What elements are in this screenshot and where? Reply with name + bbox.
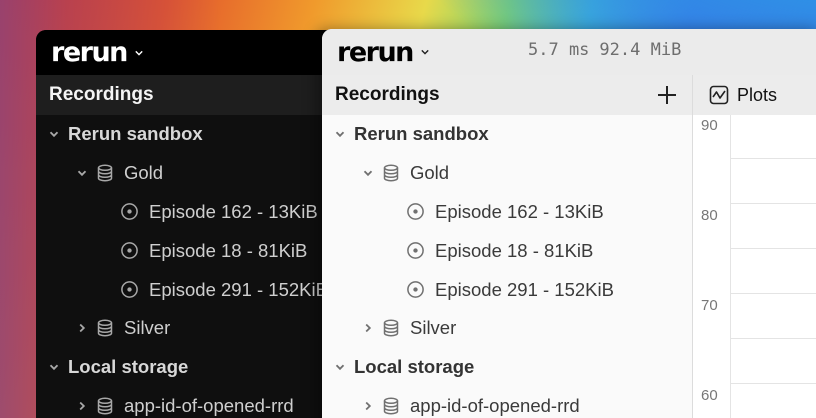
tree-item-rerun-sandbox[interactable]: Rerun sandbox — [36, 115, 336, 154]
tree-item-app-id[interactable]: app-id-of-opened-rrd — [36, 387, 336, 418]
chevron-down-icon — [135, 50, 143, 56]
tree-item-label: Silver — [410, 317, 457, 339]
tree-item-gold[interactable]: Gold — [36, 154, 336, 193]
recordings-title: Recordings — [49, 84, 154, 105]
plot-view[interactable]: 90 80 70 60 — [693, 115, 816, 418]
tree-item-local-storage[interactable]: Local storage — [322, 348, 692, 387]
y-tick-label: 80 — [701, 207, 718, 224]
tree-item-label: app-id-of-opened-rrd — [410, 394, 580, 416]
chevron-right-icon[interactable] — [363, 401, 373, 411]
tree-item-recording[interactable]: Episode 291 - 152KiB — [322, 270, 692, 309]
tree-item-local-storage[interactable]: Local storage — [36, 348, 336, 387]
tree-item-gold[interactable]: Gold — [322, 154, 692, 193]
tree-item-label: Episode 162 - 13KiB — [149, 200, 318, 222]
gridline — [731, 248, 816, 249]
plots-panel: Plots 90 80 70 60 — [692, 75, 816, 418]
gridline — [731, 293, 816, 294]
gridline — [731, 338, 816, 339]
chevron-down-icon[interactable] — [335, 129, 345, 139]
tree-item-label: Rerun sandbox — [354, 123, 489, 145]
database-icon — [97, 164, 113, 182]
tree-item-label: Episode 18 - 81KiB — [435, 239, 594, 261]
recording-icon — [121, 281, 138, 298]
app-menu-button[interactable]: rerun — [51, 37, 143, 68]
tree-item-recording[interactable]: Episode 18 - 81KiB — [322, 231, 692, 270]
tree-item-label: Gold — [410, 162, 450, 184]
memory-usage: 92.4 MiB — [599, 40, 682, 60]
recording-icon — [407, 281, 424, 298]
recording-icon — [121, 242, 138, 260]
tree-item-app-id[interactable]: app-id-of-opened-rrd — [322, 387, 692, 418]
recordings-tree: Rerun sandbox Gold Episode 162 - 13KiB E… — [322, 115, 692, 418]
tree-item-silver[interactable]: Silver — [322, 309, 692, 348]
tree-item-label: Episode 18 - 81KiB — [149, 239, 308, 261]
tree-item-label: Silver — [124, 317, 171, 339]
tree-item-recording[interactable]: Episode 18 - 81KiB — [36, 231, 336, 270]
chevron-right-icon[interactable] — [77, 401, 87, 411]
y-tick-label: 60 — [701, 387, 718, 404]
tab-plots[interactable]: Plots — [693, 75, 816, 115]
database-icon — [383, 319, 399, 337]
plus-icon[interactable] — [656, 84, 678, 106]
recordings-tree: Rerun sandbox Gold Episode 162 - 13KiB E… — [36, 115, 336, 418]
tree-item-label: app-id-of-opened-rrd — [124, 394, 294, 416]
tree-item-label: Local storage — [68, 356, 189, 378]
light-theme-window: rerun 5.7 ms 92.4 MiB Recordings Rerun sa… — [322, 29, 816, 418]
tree-item-silver[interactable]: Silver — [36, 309, 336, 348]
chevron-right-icon[interactable] — [77, 323, 87, 333]
tree-item-recording[interactable]: Episode 291 - 152KiB — [36, 270, 336, 309]
recording-icon — [407, 203, 424, 221]
y-axis-line — [730, 115, 731, 418]
y-tick-label: 90 — [701, 117, 718, 134]
gridline — [731, 203, 816, 204]
y-tick-label: 70 — [701, 297, 718, 314]
chevron-down-icon[interactable] — [49, 129, 59, 139]
database-icon — [97, 397, 113, 415]
tab-label: Plots — [737, 84, 778, 105]
tree-item-label: Episode 291 - 152KiB — [435, 278, 614, 300]
recordings-header: Recordings — [36, 75, 336, 115]
tree-item-label: Local storage — [354, 356, 475, 378]
recordings-header: Recordings — [322, 75, 692, 115]
database-icon — [97, 319, 113, 337]
rerun-logo: rerun — [337, 36, 414, 68]
chevron-down-icon — [421, 49, 429, 55]
dark-theme-window: rerun Recordings Rerun sandbox Gold Epis… — [36, 30, 336, 418]
chevron-down-icon[interactable] — [49, 362, 59, 372]
tree-item-label: Episode 291 - 152KiB — [149, 278, 328, 300]
chevron-down-icon[interactable] — [77, 168, 87, 178]
recording-icon — [407, 242, 424, 260]
chevron-down-icon[interactable] — [363, 168, 373, 178]
light-titlebar: rerun 5.7 ms 92.4 MiB — [322, 29, 816, 75]
recording-icon — [121, 203, 138, 221]
timeseries-icon — [709, 85, 729, 105]
gridline — [731, 158, 816, 159]
tree-item-recording[interactable]: Episode 162 - 13KiB — [322, 193, 692, 232]
frame-time: 5.7 ms — [528, 40, 590, 60]
database-icon — [383, 397, 399, 415]
rerun-logo: rerun — [51, 37, 128, 68]
recordings-title: Recordings — [335, 84, 440, 105]
gridline — [731, 383, 816, 384]
tree-item-rerun-sandbox[interactable]: Rerun sandbox — [322, 115, 692, 154]
database-icon — [383, 164, 399, 182]
performance-readout: 5.7 ms 92.4 MiB — [528, 40, 681, 60]
app-menu-button[interactable]: rerun — [337, 37, 429, 68]
tree-item-label: Episode 162 - 13KiB — [435, 200, 604, 222]
dark-titlebar: rerun — [36, 30, 336, 75]
recordings-panel: Recordings Rerun sandbox Gold Episode 16… — [322, 75, 692, 418]
chevron-down-icon[interactable] — [335, 362, 345, 372]
chevron-right-icon[interactable] — [363, 323, 373, 333]
tree-item-recording[interactable]: Episode 162 - 13KiB — [36, 193, 336, 232]
tree-item-label: Rerun sandbox — [68, 123, 203, 145]
tree-item-label: Gold — [124, 162, 164, 184]
